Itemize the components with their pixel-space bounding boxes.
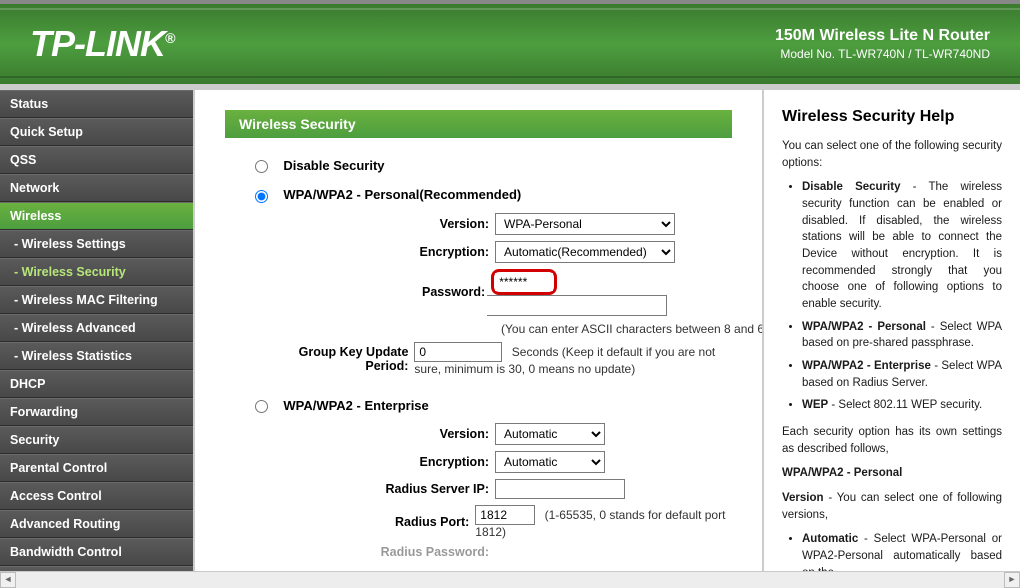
help-bullet-list: Disable Security - The wireless security… [802,179,1002,414]
sidebar-item-wireless-settings[interactable]: - Wireless Settings [0,230,193,258]
password-highlight [491,269,557,295]
brand-logo: TP-LINK® [30,23,174,65]
radius-ip-input[interactable] [495,479,625,499]
ent-version-label: Version: [285,427,495,441]
encryption-select[interactable]: Automatic(Recommended) [495,241,675,263]
scroll-right-icon[interactable]: ► [1004,572,1020,588]
sidebar-item-status[interactable]: Status [0,90,193,118]
ent-encryption-select[interactable]: Automatic [495,451,605,473]
radius-port-input[interactable] [475,505,535,525]
help-title: Wireless Security Help [782,108,1002,126]
page-title: Wireless Security [225,110,732,138]
header-info: 150M Wireless Lite N Router Model No. TL… [775,27,990,61]
sidebar-item-wireless-security[interactable]: - Wireless Security [0,258,193,286]
ent-encryption-label: Encryption: [285,455,495,469]
sidebar-item-network[interactable]: Network [0,174,193,202]
scroll-left-icon[interactable]: ◄ [0,572,16,588]
sidebar-item-wireless-statistics[interactable]: - Wireless Statistics [0,342,193,370]
sidebar-item-wireless-advanced[interactable]: - Wireless Advanced [0,314,193,342]
product-name: 150M Wireless Lite N Router [775,27,990,45]
help-bullet: Disable Security - The wireless security… [802,179,1002,312]
sidebar-item-access-control[interactable]: Access Control [0,482,193,510]
sidebar-item-forwarding[interactable]: Forwarding [0,398,193,426]
wpa-personal-option: WPA/WPA2 - Personal(Recommended) [255,187,732,202]
help-each: Each security option has its own setting… [782,424,1002,457]
sidebar-item-parental-control[interactable]: Parental Control [0,454,193,482]
main-content: Wireless Security Disable Security WPA/W… [195,90,762,587]
disable-security-radio[interactable] [255,160,268,173]
help-bullet: WPA/WPA2 - Personal - Select WPA based o… [802,319,1002,352]
group-key-label: Group Key Update Period: [285,345,414,373]
group-key-input[interactable] [414,342,502,362]
password-input[interactable] [495,273,553,291]
sidebar-item-dhcp[interactable]: DHCP [0,370,193,398]
sidebar-item-wireless[interactable]: Wireless [0,202,193,230]
wpa-personal-label: WPA/WPA2 - Personal(Recommended) [283,187,521,202]
scroll-track[interactable] [16,572,1004,588]
header: TP-LINK® 150M Wireless Lite N Router Mod… [0,0,1020,90]
ent-version-select[interactable]: Automatic [495,423,605,445]
help-panel: Wireless Security Help You can select on… [762,90,1020,587]
horizontal-scrollbar[interactable]: ◄ ► [0,571,1020,587]
sidebar-item-bandwidth-control[interactable]: Bandwidth Control [0,538,193,566]
password-hint: (You can enter ASCII characters between … [501,322,732,336]
model-number: Model No. TL-WR740N / TL-WR740ND [775,47,990,61]
version-label: Version: [285,217,495,231]
help-version-text: Version - You can select one of followin… [782,490,1002,523]
sidebar: Status Quick Setup QSS Network Wireless … [0,90,195,587]
wpa-enterprise-label: WPA/WPA2 - Enterprise [283,398,428,413]
encryption-label: Encryption: [285,245,495,259]
radius-pw-label: Radius Password: [285,545,495,559]
help-intro: You can select one of the following secu… [782,138,1002,171]
radius-port-label: Radius Port: [285,515,475,529]
radius-ip-label: Radius Server IP: [285,482,495,496]
sidebar-item-security[interactable]: Security [0,426,193,454]
wpa-personal-radio[interactable] [255,190,268,203]
disable-security-label: Disable Security [283,158,384,173]
help-section-title: WPA/WPA2 - Personal [782,465,1002,482]
sidebar-item-advanced-routing[interactable]: Advanced Routing [0,510,193,538]
sidebar-item-quick-setup[interactable]: Quick Setup [0,118,193,146]
wpa-enterprise-option: WPA/WPA2 - Enterprise [255,398,732,413]
disable-security-option: Disable Security [255,158,732,173]
version-select[interactable]: WPA-Personal [495,213,675,235]
sidebar-item-wireless-mac-filtering[interactable]: - Wireless MAC Filtering [0,286,193,314]
help-bullet: WPA/WPA2 - Enterprise - Select WPA based… [802,358,1002,391]
wpa-enterprise-radio[interactable] [255,400,268,413]
sidebar-item-qss[interactable]: QSS [0,146,193,174]
password-label: Password: [285,285,491,299]
help-bullet: WEP - Select 802.11 WEP security. [802,397,1002,414]
